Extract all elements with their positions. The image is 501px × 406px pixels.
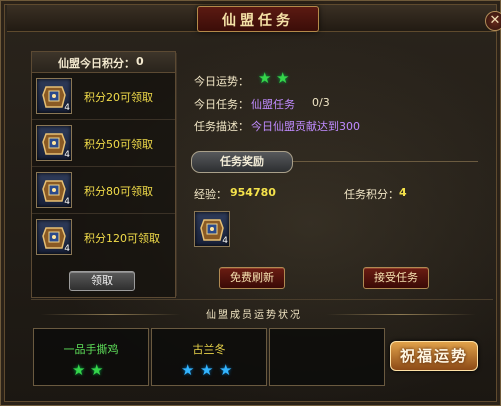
fortune-star-icon: ★ [276, 69, 290, 87]
member-slot-empty [269, 328, 385, 386]
exp-label: 经验： [194, 188, 227, 201]
task-progress: 0/3 [312, 96, 330, 109]
chest-icon[interactable]: 4 [36, 78, 72, 114]
task-points-value: 4 [399, 186, 407, 199]
chest-icon[interactable]: 4 [36, 125, 72, 161]
chest-icon[interactable]: 4 [36, 172, 72, 208]
guild-task-window: 仙盟任务 ✕ 仙盟今日积分： 0 4 积分20可领取 4 积分50可领取 4 积… [0, 0, 501, 406]
reward-label: 积分120可领取 [84, 232, 160, 245]
daily-points-panel: 仙盟今日积分： 0 4 积分20可领取 4 积分50可领取 4 积分80可领取 [31, 51, 176, 298]
member-star-icon: ★ [72, 361, 86, 379]
members-fortune-banner: 仙盟成员运势状况 [206, 310, 302, 321]
panel-divider [176, 53, 177, 296]
bottom-divider [31, 299, 493, 300]
reward-row: 4 积分50可领取 [32, 120, 175, 167]
task-desc-text: 今日仙盟贡献达到300 [251, 120, 360, 133]
chest-icon[interactable]: 4 [194, 211, 230, 247]
member-star-icon: ★ [181, 361, 195, 379]
title-plate: 仙盟任务 [197, 6, 319, 32]
chest-icon[interactable]: 4 [36, 219, 72, 255]
member-star-icon: ★ [219, 361, 233, 379]
task-points-label: 任务积分： [344, 188, 399, 201]
reward-row: 4 积分80可领取 [32, 167, 175, 214]
banner-line-left [41, 314, 181, 315]
daily-points-label: 仙盟今日积分： [58, 57, 135, 70]
member-name: 古兰冬 [192, 343, 226, 356]
daily-points-value: 0 [136, 55, 144, 68]
window-title: 仙盟任务 [222, 13, 294, 29]
member-star-icon: ★ [90, 361, 104, 379]
daily-points-header: 仙盟今日积分： 0 [32, 52, 175, 73]
exp-value: 954780 [230, 186, 276, 199]
reward-label: 积分80可领取 [84, 185, 153, 198]
item-count: 4 [64, 197, 70, 207]
reward-row: 4 积分120可领取 [32, 214, 175, 260]
member-slot: 一品手撕鸡 ★ ★ [33, 328, 149, 386]
member-star-icon: ★ [200, 361, 214, 379]
free-refresh-button[interactable]: 免费刷新 [219, 267, 285, 289]
task-reward-section-title: 任务奖励 [191, 151, 293, 173]
section-divider [293, 161, 478, 162]
bless-fortune-button[interactable]: 祝福运势 [390, 341, 478, 371]
task-label: 今日任务： [194, 98, 249, 111]
item-count: 4 [64, 150, 70, 160]
item-count: 4 [64, 103, 70, 113]
member-name: 一品手撕鸡 [63, 343, 119, 356]
accept-task-button[interactable]: 接受任务 [363, 267, 429, 289]
banner-line-right [326, 314, 476, 315]
task-link[interactable]: 仙盟任务 [251, 96, 295, 112]
title-bar: 仙盟任务 ✕ [7, 5, 501, 32]
fortune-star-icon: ★ [258, 69, 272, 87]
reward-row: 4 积分20可领取 [32, 73, 175, 120]
fortune-label: 今日运势： [194, 75, 249, 88]
task-desc-label: 任务描述： [194, 120, 249, 133]
item-count: 4 [64, 244, 70, 254]
reward-label: 积分20可领取 [84, 91, 153, 104]
member-slot: 古兰冬 ★ ★ ★ [151, 328, 267, 386]
item-count: 4 [222, 236, 228, 246]
close-button[interactable]: ✕ [485, 11, 501, 31]
reward-label: 积分50可领取 [84, 138, 153, 151]
claim-button[interactable]: 领取 [69, 271, 135, 291]
